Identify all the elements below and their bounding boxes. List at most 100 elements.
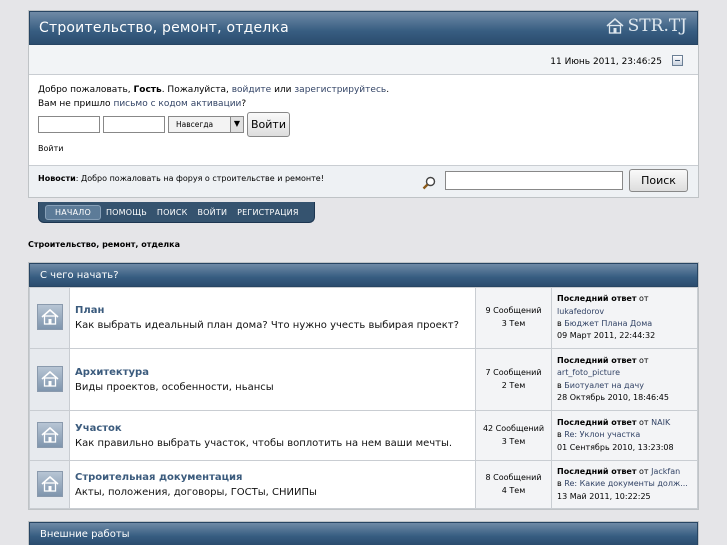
- topic-count: 3 Тем: [501, 436, 526, 446]
- activation-line: Вам не пришло письмо с кодом активации?: [38, 97, 689, 111]
- current-date: 11 Июнь 2011, 23:46:25: [550, 57, 662, 67]
- last-post-label: Последний ответ: [557, 466, 637, 476]
- board-stats: 42 Сообщений 3 Тем: [475, 410, 552, 461]
- board-row: Участок Как правильно выбрать участок, чт…: [29, 410, 698, 461]
- house-board-icon: [36, 304, 63, 330]
- last-post: Последний ответ от art_foto_picture в Биот…: [551, 348, 698, 411]
- board-info: План Как выбрать идеальный план дома? Что…: [69, 287, 476, 349]
- board-info: Архитектура Виды проектов, особенности, н…: [69, 348, 476, 411]
- logo-text: STR.TJ: [627, 16, 687, 36]
- board-desc: Как выбрать идеальный план дома? Что нуж…: [75, 320, 459, 331]
- last-post-from: от: [639, 417, 649, 427]
- board-name[interactable]: План: [75, 305, 470, 316]
- search-input[interactable]: [445, 171, 623, 190]
- last-post-topic[interactable]: Биотуалет на дачу: [564, 381, 644, 390]
- search-button[interactable]: Поиск: [629, 169, 688, 192]
- welcome-text: Добро пожаловать,: [38, 85, 134, 95]
- last-post-topic[interactable]: Re: Какие документы долж...: [564, 479, 688, 488]
- last-post-label: Последний ответ: [557, 417, 637, 427]
- topic-count: 2 Тем: [501, 380, 526, 390]
- menu-item-help[interactable]: ПОМОЩЬ: [101, 205, 152, 220]
- login-caption: Войти: [38, 144, 64, 153]
- username-input[interactable]: [38, 116, 100, 133]
- house-board-icon: [36, 470, 63, 497]
- last-post-date: 09 Март 2011, 22:44:32: [557, 331, 656, 341]
- last-post-from: от: [639, 355, 649, 365]
- board-name[interactable]: Строительная документация: [75, 472, 470, 483]
- register-link[interactable]: зарегистрируйтесь: [294, 85, 386, 95]
- login-form: Навсегда ▼ Войти: [38, 112, 290, 137]
- password-input[interactable]: [103, 116, 165, 133]
- post-count: 9 Сообщений: [485, 306, 542, 316]
- board-icon-cell: [29, 460, 70, 509]
- login-link[interactable]: войдите: [232, 85, 272, 95]
- board-stats: 9 Сообщений 3 Тем: [475, 287, 552, 349]
- news-bar: Новости: Добро пожаловать на форуя о стр…: [29, 166, 698, 197]
- last-post-from: от: [639, 466, 649, 476]
- site-title: Строительство, ремонт, отделка: [39, 20, 289, 36]
- last-post-topic[interactable]: Бюджет Плана Дома: [564, 319, 652, 328]
- last-post-date: 01 Сентябрь 2010, 13:23:08: [557, 442, 674, 452]
- board-desc: Акты, положения, договоры, ГОСТы, СНИИПы: [75, 486, 317, 498]
- board-row: Строительная документация Акты, положения…: [29, 460, 698, 509]
- forum-header-container: Строительство, ремонт, отделка STR.TJ 11…: [28, 10, 699, 198]
- board-stats: 7 Сообщений 2 Тем: [475, 348, 552, 411]
- or-text: или: [271, 85, 295, 95]
- board-icon-cell: [29, 287, 70, 349]
- topic-count: 3 Тем: [501, 319, 526, 328]
- activation-q: ?: [241, 99, 247, 110]
- menu-item-login[interactable]: ВОЙТИ: [192, 205, 232, 220]
- last-post-user[interactable]: art_foto_picture: [557, 367, 692, 379]
- board-info: Строительная документация Акты, положения…: [69, 460, 476, 509]
- category-block: С чего начать? План Как выбрать идеальный…: [28, 262, 699, 510]
- category-block: Внешние работы: [28, 521, 699, 545]
- category-title[interactable]: С чего начать?: [29, 263, 698, 287]
- guest-label: Гость: [133, 85, 162, 95]
- post-count: 42 Сообщений: [482, 423, 545, 433]
- menu-item-search[interactable]: ПОИСК: [152, 205, 193, 220]
- last-post: Последний ответ от NAIK в Re: Уклон участ…: [551, 410, 698, 461]
- login-duration-select[interactable]: Навсегда ▼: [168, 116, 244, 133]
- last-post-in: в: [557, 430, 562, 440]
- last-post-user[interactable]: lukafedorov: [557, 306, 692, 318]
- last-post-user[interactable]: Jackfan: [651, 467, 680, 476]
- last-post-label: Последний ответ: [557, 294, 637, 304]
- last-post-date: 28 Октябрь 2010, 18:46:45: [557, 392, 669, 402]
- last-post: Последний ответ от lukafedorov в Бюджет Пл…: [551, 287, 698, 349]
- last-post-in: в: [557, 479, 562, 489]
- news-text: Новости: Добро пожаловать на форуя о стр…: [38, 174, 324, 183]
- welcome-text-2: . Пожалуйста,: [161, 85, 232, 95]
- menu-item-register[interactable]: РЕГИСТРАЦИЯ: [232, 205, 303, 220]
- board-name[interactable]: Участок: [75, 423, 470, 434]
- login-button[interactable]: Войти: [247, 112, 290, 137]
- last-post-label: Последний ответ: [557, 355, 637, 365]
- house-board-icon: [36, 365, 63, 392]
- collapse-header-icon[interactable]: [672, 55, 683, 66]
- activation-link[interactable]: письмо с кодом активации: [113, 99, 241, 109]
- board-stats: 8 Сообщений 4 Тем: [475, 460, 552, 509]
- login-panel: Добро пожаловать, Гость. Пожалуйста, вой…: [29, 75, 698, 166]
- dropdown-arrow-icon: ▼: [230, 117, 243, 132]
- category-title[interactable]: Внешние работы: [29, 522, 698, 545]
- house-board-icon: [36, 421, 63, 448]
- board-name[interactable]: Архитектура: [75, 367, 470, 378]
- house-logo-icon: [606, 18, 624, 34]
- last-post: Последний ответ от Jackfan в Re: Какие до…: [551, 460, 698, 509]
- news-label: Новости: [38, 174, 76, 183]
- post-count: 8 Сообщений: [485, 472, 542, 482]
- breadcrumb[interactable]: Строительство, ремонт, отделка: [28, 240, 180, 249]
- site-header: Строительство, ремонт, отделка STR.TJ: [29, 11, 698, 45]
- site-logo[interactable]: STR.TJ: [606, 16, 687, 36]
- last-post-user[interactable]: NAIK: [651, 418, 670, 427]
- last-post-topic[interactable]: Re: Уклон участка: [564, 430, 640, 439]
- dot-text: .: [386, 85, 390, 95]
- menu-item-home[interactable]: НАЧАЛО: [45, 204, 101, 220]
- last-post-in: в: [557, 319, 562, 328]
- board-desc: Как правильно выбрать участок, чтобы воп…: [75, 437, 453, 449]
- date-bar: 11 Июнь 2011, 23:46:25: [29, 45, 698, 75]
- board-desc: Виды проектов, особенности, ньансы: [75, 381, 274, 393]
- news-body: : Добро пожаловать на форуя о строительс…: [75, 174, 324, 183]
- main-menu: НАЧАЛО ПОМОЩЬ ПОИСК ВОЙТИ РЕГИСТРАЦИЯ: [38, 202, 315, 223]
- board-info: Участок Как правильно выбрать участок, чт…: [69, 410, 476, 461]
- last-post-in: в: [557, 380, 562, 390]
